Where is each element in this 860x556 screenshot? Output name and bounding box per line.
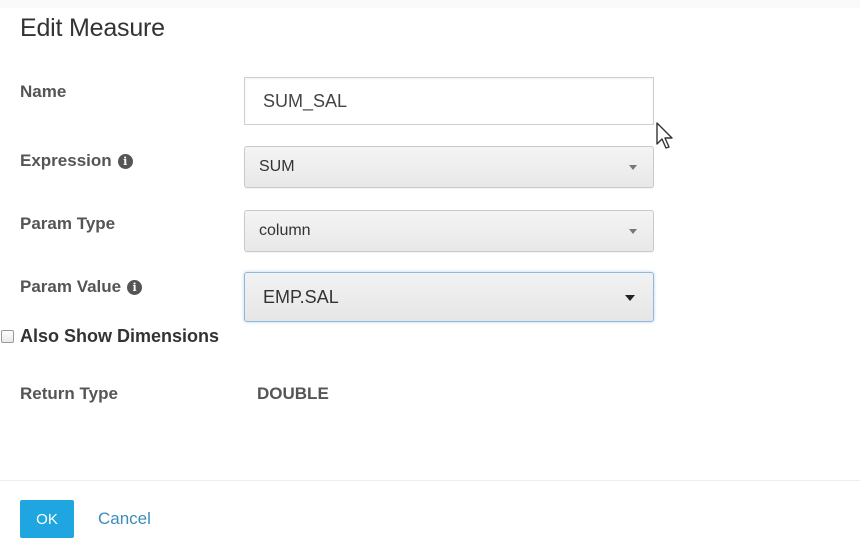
ok-button[interactable]: OK [20,500,74,538]
param-value-select[interactable]: EMP.SAL [244,272,654,322]
also-show-dimensions-row: Also Show Dimensions [0,326,219,347]
edit-measure-dialog: Edit Measure Name Expression i SUM Param… [0,0,860,556]
param-type-select[interactable]: column [244,210,654,252]
chevron-down-icon [625,295,635,301]
param-value-label-text: Param Value [20,277,122,296]
chevron-down-icon [629,229,637,234]
info-icon[interactable]: i [117,153,133,169]
param-value-select-value: EMP.SAL [263,286,339,307]
info-icon[interactable]: i [127,279,143,295]
expression-select[interactable]: SUM [244,146,654,188]
return-type-label: Return Type [20,384,118,403]
expression-label-text: Expression [20,151,112,170]
name-label-text: Name [20,82,67,101]
param-value-label: Param Value i [20,277,143,297]
also-show-dimensions-checkbox[interactable] [1,330,14,343]
cancel-button[interactable]: Cancel [98,509,151,529]
name-label: Name [20,82,66,102]
footer-divider [0,480,860,481]
param-type-label: Param Type [20,214,115,234]
expression-label: Expression i [20,151,133,171]
chevron-down-icon [629,165,637,170]
dialog-top-strip [0,0,860,8]
also-show-dimensions-label[interactable]: Also Show Dimensions [20,326,219,347]
expression-select-value: SUM [259,158,295,175]
param-type-select-value: column [259,222,311,239]
dialog-title: Edit Measure [20,14,165,42]
name-input[interactable] [244,77,654,125]
mouse-cursor-icon [656,122,673,149]
param-type-label-text: Param Type [20,214,116,233]
return-type-value: DOUBLE [257,384,329,403]
